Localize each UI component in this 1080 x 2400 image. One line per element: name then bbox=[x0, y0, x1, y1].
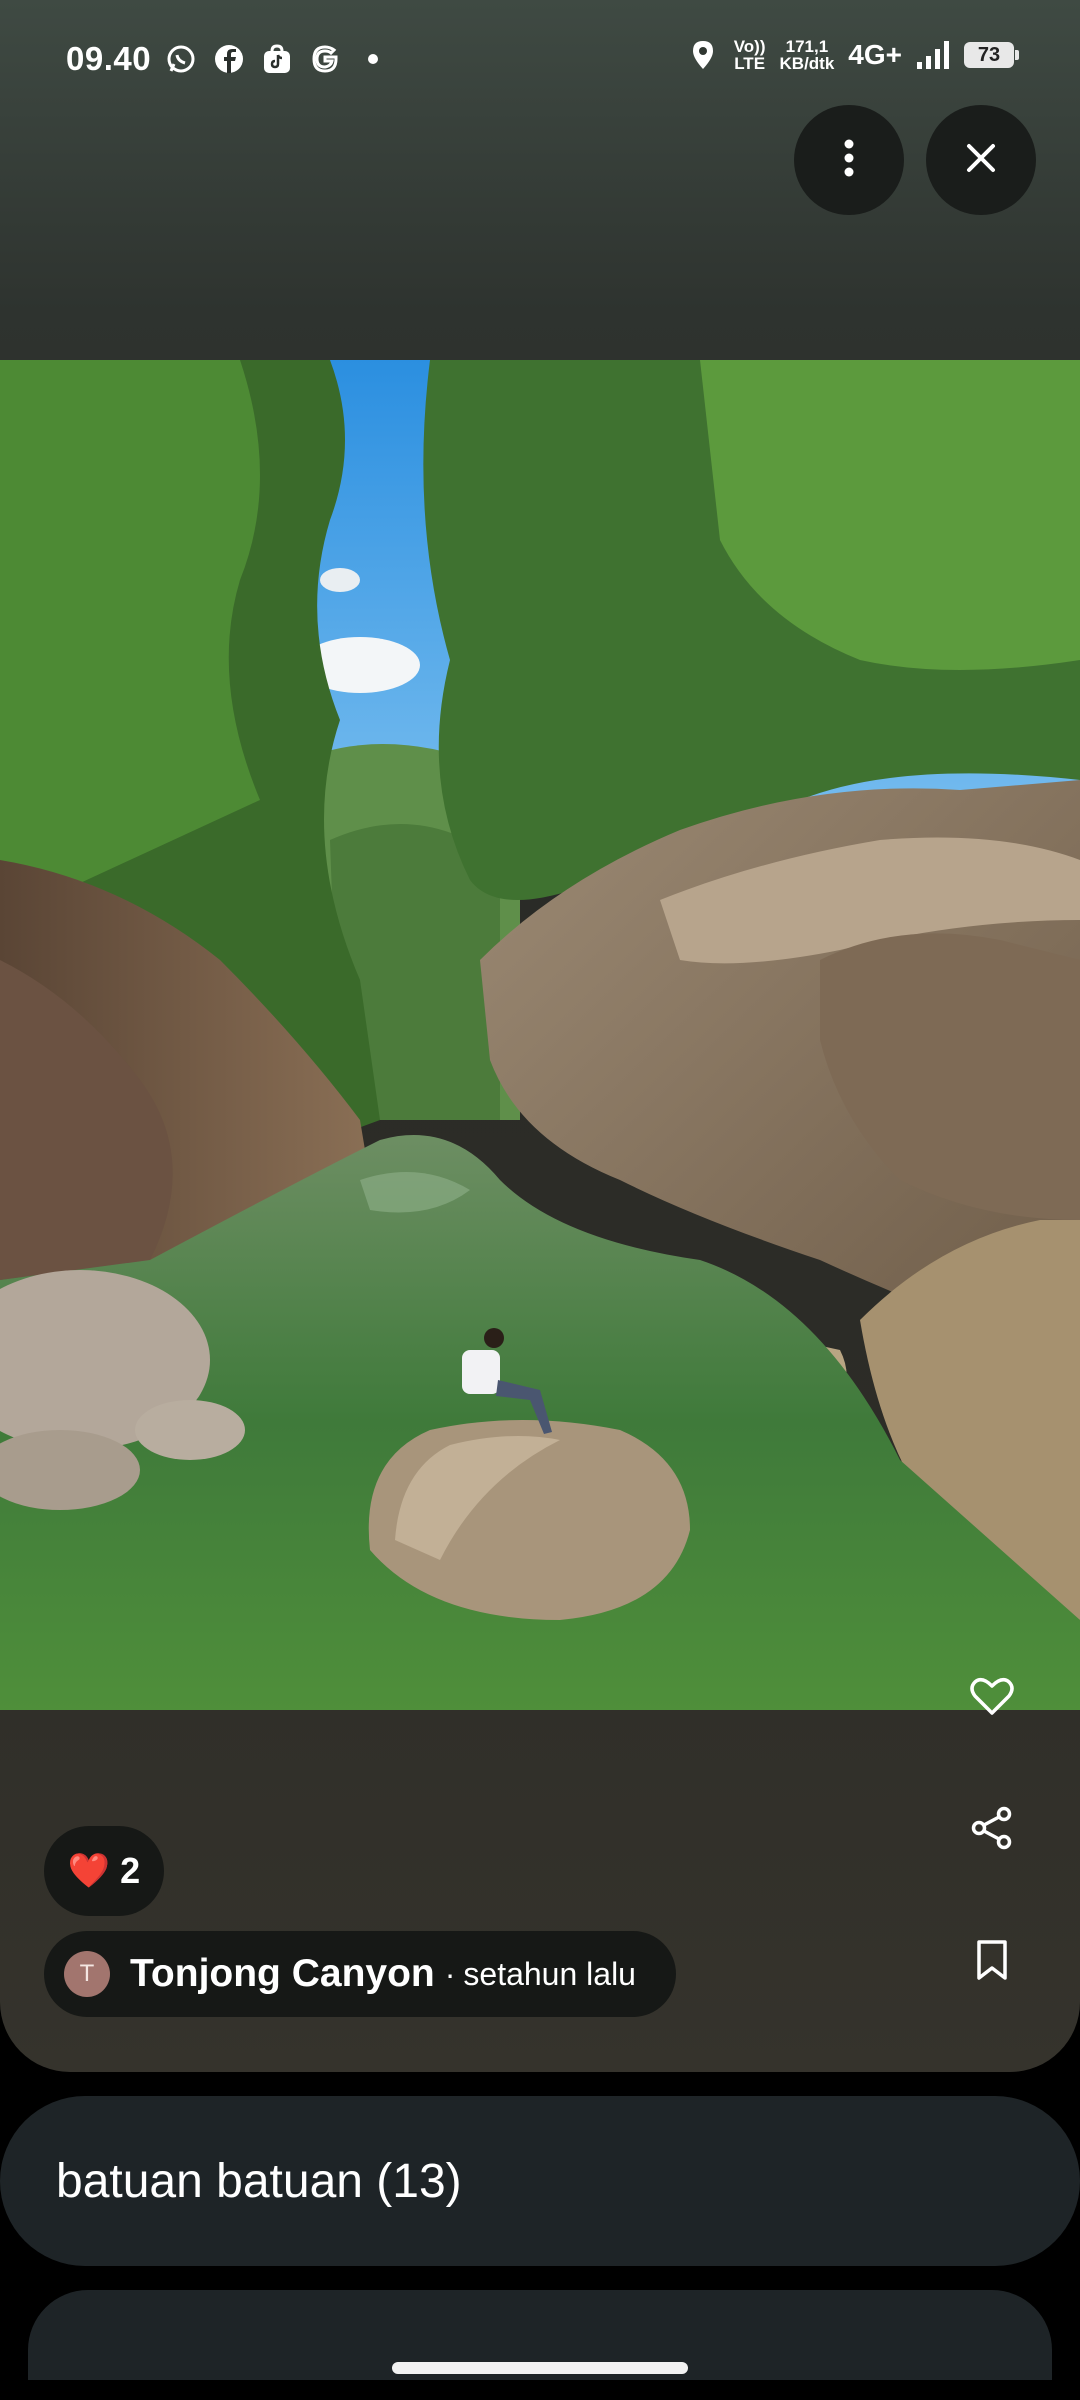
google-icon bbox=[308, 42, 342, 76]
network-type: 4G+ bbox=[848, 39, 902, 70]
signal-icon bbox=[916, 38, 950, 72]
heart-outline-icon bbox=[970, 1676, 1014, 1721]
place-name: Tonjong Canyon bbox=[130, 1952, 435, 1995]
album-card[interactable]: batuan batuan (13) bbox=[0, 2096, 1080, 2266]
facebook-icon bbox=[212, 42, 246, 76]
network-speed: 171,1 KB/dtk bbox=[780, 38, 835, 72]
share-icon bbox=[970, 1806, 1014, 1855]
separator-dot: · bbox=[444, 1955, 456, 1992]
canyon-river-photo[interactable] bbox=[0, 360, 1080, 1710]
bookmark-icon bbox=[975, 1939, 1009, 1986]
whatsapp-icon bbox=[164, 42, 198, 76]
network-speed-unit: KB/dtk bbox=[779, 54, 835, 73]
dot-icon bbox=[356, 42, 390, 76]
status-time: 09.40 bbox=[66, 40, 152, 77]
share-button[interactable] bbox=[962, 1800, 1022, 1860]
close-icon bbox=[965, 142, 997, 179]
screen: 09.40 Vo)) LTE 171,1 KB/dtk 4G+ 73 ❤️ 2 … bbox=[0, 0, 1080, 2400]
album-title: batuan batuan (13) bbox=[56, 2154, 462, 2208]
reaction-count: 2 bbox=[120, 1850, 141, 1891]
close-button[interactable] bbox=[926, 105, 1036, 215]
volte-indicator: Vo)) LTE bbox=[734, 38, 766, 72]
system-icons: Vo)) LTE 171,1 KB/dtk 4G+ 73 bbox=[686, 38, 1019, 72]
location-icon bbox=[686, 38, 720, 72]
more-vertical-icon bbox=[843, 138, 855, 183]
more-options-button[interactable] bbox=[794, 105, 904, 215]
photo-illustration bbox=[0, 360, 1080, 1710]
battery-icon: 73 bbox=[964, 42, 1019, 68]
place-chip[interactable]: T Tonjong Canyon · setahun lalu bbox=[44, 1931, 676, 2017]
like-button[interactable] bbox=[962, 1668, 1022, 1728]
volte-bottom: LTE bbox=[734, 54, 766, 73]
tiktok-icon bbox=[260, 42, 294, 76]
notification-icons bbox=[164, 42, 390, 76]
home-indicator[interactable] bbox=[392, 2362, 688, 2374]
save-button[interactable] bbox=[962, 1932, 1022, 1992]
heart-emoji-icon: ❤️ bbox=[67, 1852, 111, 1890]
photo-viewer: 09.40 Vo)) LTE 171,1 KB/dtk 4G+ 73 ❤️ 2 … bbox=[0, 0, 1080, 2072]
time-ago: setahun lalu bbox=[463, 1955, 636, 1992]
avatar: T bbox=[64, 1951, 110, 1997]
status-bar: 09.40 Vo)) LTE 171,1 KB/dtk 4G+ 73 bbox=[0, 0, 1080, 120]
reaction-chip[interactable]: ❤️ 2 bbox=[44, 1826, 164, 1916]
